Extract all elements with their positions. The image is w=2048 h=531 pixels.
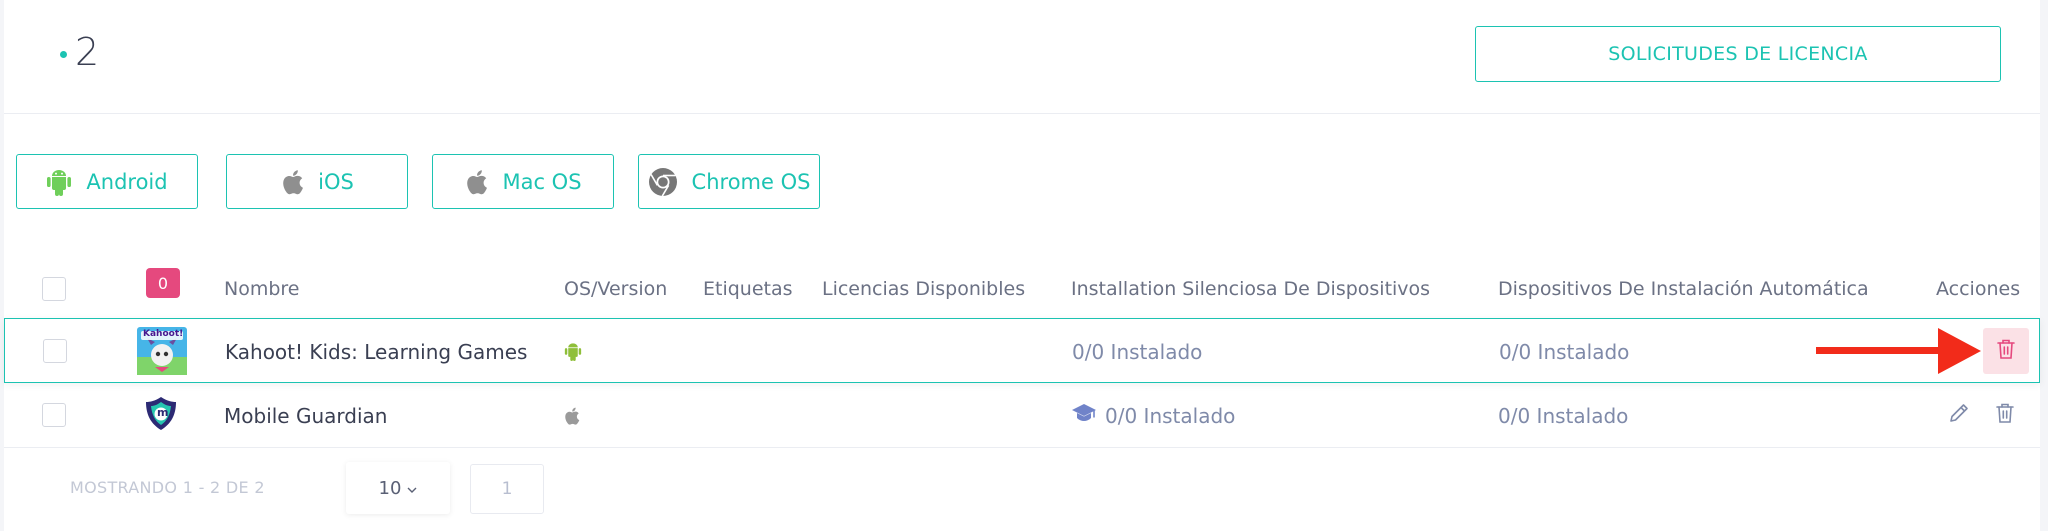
silent-install-status: 0/0 Instalado — [1071, 383, 1235, 448]
filter-ios-button[interactable]: iOS — [226, 154, 408, 209]
column-name[interactable]: Nombre — [224, 260, 300, 318]
filter-label: Android — [86, 169, 168, 194]
table-row[interactable]: m Mobile Guardian 0/0 Instalado 0/0 Inst… — [4, 383, 2040, 448]
delete-button[interactable] — [1983, 328, 2029, 374]
annotation-arrow-icon — [1816, 328, 1981, 378]
edit-button[interactable] — [1948, 383, 1970, 448]
column-available-licenses[interactable]: Licencias Disponibles — [822, 260, 1025, 318]
chrome-icon — [648, 167, 678, 197]
header: 2 SOLICITUDES DE LICENCIA — [4, 0, 2040, 114]
row-checkbox[interactable] — [43, 339, 67, 363]
column-actions: Acciones — [1936, 278, 2021, 300]
app-count: 2 — [60, 30, 99, 74]
filter-label: Mac OS — [502, 169, 582, 194]
select-all-checkbox[interactable] — [42, 277, 66, 301]
trash-icon — [1995, 402, 2015, 429]
trash-icon — [1996, 338, 2016, 364]
column-tags[interactable]: Etiquetas — [703, 260, 793, 318]
apple-icon — [280, 168, 304, 196]
table-row[interactable]: Kahoot! Kahoot! Kids: Learning Games 0/0… — [4, 318, 2040, 383]
filter-label: iOS — [318, 169, 354, 194]
table-header: Nombre OS/Version Etiquetas Licencias Di… — [4, 260, 2040, 318]
selected-count-badge: 0 — [146, 268, 180, 298]
silent-install-text: 0/0 Instalado — [1105, 403, 1236, 428]
delete-button[interactable] — [1995, 383, 2015, 448]
column-silent-install[interactable]: Installation Silenciosa De Dispositivos — [1071, 260, 1430, 318]
filter-macos-button[interactable]: Mac OS — [432, 154, 614, 209]
column-os-version[interactable]: OS/Version — [564, 260, 667, 318]
app-name[interactable]: Mobile Guardian — [224, 383, 387, 448]
page-button[interactable]: 1 — [470, 464, 544, 514]
filter-android-button[interactable]: Android — [16, 154, 198, 209]
license-requests-button[interactable]: SOLICITUDES DE LICENCIA — [1475, 26, 2001, 82]
filter-label: Chrome OS — [691, 169, 811, 194]
app-list-panel: 2 SOLICITUDES DE LICENCIA Android iOS Ma… — [4, 0, 2040, 531]
chevron-down-icon — [407, 478, 417, 499]
row-checkbox[interactable] — [42, 403, 66, 427]
kahoot-app-icon: Kahoot! — [137, 327, 187, 375]
auto-install-status: 0/0 Instalado — [1499, 339, 1630, 364]
status-dot — [60, 50, 67, 58]
graduation-cap-icon — [1071, 403, 1097, 428]
column-auto-install[interactable]: Dispositivos De Instalación Automática — [1498, 260, 1869, 318]
app-name[interactable]: Kahoot! Kids: Learning Games — [225, 319, 527, 384]
android-icon — [564, 319, 582, 384]
pagination-summary: MOSTRANDO 1 - 2 DE 2 — [70, 478, 265, 497]
mobile-guardian-icon-text: m — [157, 406, 169, 419]
apple-icon — [563, 383, 580, 448]
per-page-select[interactable]: 10 — [346, 462, 450, 514]
kahoot-icon-text: Kahoot! — [143, 329, 184, 339]
filter-chromeos-button[interactable]: Chrome OS — [638, 154, 820, 209]
pencil-icon — [1948, 402, 1970, 429]
android-icon — [46, 168, 72, 196]
apple-icon — [464, 168, 488, 196]
app-count-value: 2 — [75, 30, 100, 74]
per-page-value: 10 — [378, 477, 402, 499]
silent-install-status: 0/0 Instalado — [1072, 339, 1203, 364]
mobile-guardian-app-icon: m — [136, 391, 186, 439]
auto-install-status: 0/0 Instalado — [1498, 403, 1629, 428]
